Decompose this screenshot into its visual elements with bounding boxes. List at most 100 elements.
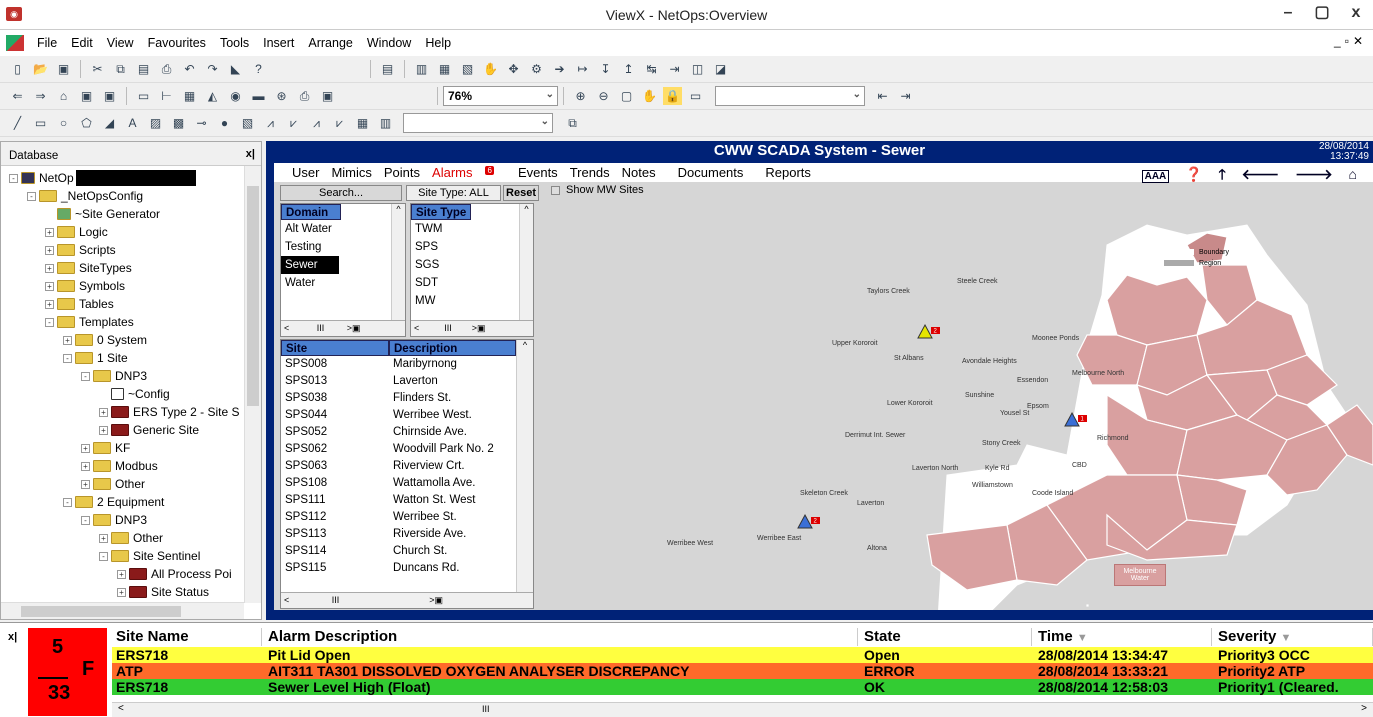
rect-icon[interactable]: ▭: [31, 114, 50, 132]
layer-select[interactable]: ⌄: [715, 86, 865, 106]
site-id-cell[interactable]: SPS008: [285, 358, 327, 375]
expand-toggle-icon[interactable]: +: [45, 281, 54, 291]
arrow-right-icon[interactable]: ➔: [550, 60, 569, 78]
site-type-item[interactable]: MW: [411, 292, 533, 310]
expand-toggle-icon[interactable]: +: [45, 227, 54, 237]
maximize-button[interactable]: ▢: [1305, 0, 1339, 28]
zoom-in-icon[interactable]: ⊕: [571, 87, 590, 105]
up-arrow-icon[interactable]: 🡑: [1218, 166, 1225, 182]
alarm-marker-icon[interactable]: 2: [797, 513, 820, 529]
dot-icon[interactable]: ●: [215, 114, 234, 132]
melbourne-water-box[interactable]: Melbourne Water: [1114, 564, 1166, 586]
sewer-network-map[interactable]: Taylors Creek Steele Creek Upper Kororoit S…: [547, 205, 1373, 610]
menu-favourites[interactable]: Favourites: [141, 36, 213, 50]
chart-icon[interactable]: ◣: [226, 60, 245, 78]
menu-arrange[interactable]: Arrange: [301, 36, 359, 50]
expand-toggle-icon[interactable]: +: [81, 443, 90, 453]
site-id-cell[interactable]: SPS013: [285, 375, 327, 392]
tree-node[interactable]: + Symbols: [45, 277, 125, 295]
expand-toggle-icon[interactable]: -: [81, 515, 90, 525]
col-state[interactable]: State: [860, 628, 1032, 646]
col-time[interactable]: Time ▼: [1034, 628, 1212, 646]
expand-toggle-icon[interactable]: +: [99, 407, 108, 417]
menu-insert[interactable]: Insert: [256, 36, 301, 50]
copy-icon[interactable]: ⧉: [111, 60, 130, 78]
open-icon[interactable]: 📂: [31, 60, 50, 78]
expand-toggle-icon[interactable]: +: [117, 569, 126, 579]
cut-icon[interactable]: ✂: [88, 60, 107, 78]
description-column-header[interactable]: Description: [389, 340, 516, 356]
trend-icon[interactable]: ⩘: [261, 114, 280, 132]
site-id-cell[interactable]: SPS114: [285, 545, 326, 562]
tree-node[interactable]: +0 System: [63, 331, 147, 349]
zoom-out-icon[interactable]: ⊖: [594, 87, 613, 105]
ellipse-icon[interactable]: ○: [54, 114, 73, 132]
expand-toggle-icon[interactable]: +: [81, 479, 90, 489]
tree-node[interactable]: + Site Status: [117, 583, 209, 601]
expand-toggle-icon[interactable]: -: [99, 551, 108, 561]
hook-icon[interactable]: ⊛: [272, 87, 291, 105]
print-icon[interactable]: ⎙: [157, 60, 176, 78]
menu-file[interactable]: File: [30, 36, 64, 50]
help-icon[interactable]: ?: [249, 60, 268, 78]
tree-node[interactable]: + All Process Poi: [117, 565, 232, 583]
site-type-hscrollbar[interactable]: < III >▣: [411, 320, 533, 336]
mdi-app-icon[interactable]: [6, 35, 24, 51]
menu-tools[interactable]: Tools: [213, 36, 256, 50]
alarm-counter[interactable]: 5 F 33: [28, 628, 107, 716]
site-type-item[interactable]: SGS: [411, 256, 533, 274]
tree-node[interactable]: + Other: [81, 475, 145, 493]
site-description-cell[interactable]: Woodvill Park No. 2: [393, 443, 494, 460]
tree-node[interactable]: - 1 Site: [63, 349, 128, 367]
expand-toggle-icon[interactable]: -: [45, 317, 54, 327]
nav-events[interactable]: Events: [518, 165, 558, 180]
site-description-cell[interactable]: Werribee West.: [393, 409, 472, 426]
nav-mimics[interactable]: Mimics: [331, 165, 371, 180]
site-table[interactable]: Site Description SPS008 Maribyrnong SPS013…: [280, 339, 534, 609]
align-icon[interactable]: ⇤: [873, 87, 892, 105]
alarm-row[interactable]: ATP AIT311 TA301 DISSOLVED OXYGEN ANALYSE…: [112, 663, 1373, 679]
expand-toggle-icon[interactable]: +: [99, 425, 108, 435]
back-icon[interactable]: ⇐: [8, 87, 27, 105]
site-id-cell[interactable]: SPS108: [285, 477, 327, 494]
tree-node[interactable]: ~Site Generator: [45, 205, 160, 223]
site-id-cell[interactable]: SPS062: [285, 443, 327, 460]
tree-node[interactable]: + Generic Site: [99, 421, 199, 439]
site-description-cell[interactable]: Watton St. West: [393, 494, 475, 511]
alarm-hscrollbar[interactable]: < III >: [112, 702, 1373, 717]
tree-node[interactable]: + SiteTypes: [45, 259, 132, 277]
alarm-row[interactable]: ERS718 Sewer Level High (Float) OK 28/08/20…: [112, 679, 1373, 695]
copy2-icon[interactable]: ⧉: [563, 114, 582, 132]
col-alarm-description[interactable]: Alarm Description: [264, 628, 858, 646]
step5-icon[interactable]: ⇥: [665, 60, 684, 78]
table-icon[interactable]: ▦: [353, 114, 372, 132]
domain-item[interactable]: Alt Water: [281, 220, 339, 238]
tree-node[interactable]: - Site Sentinel: [99, 547, 200, 565]
pipe-icon[interactable]: ⊸: [192, 114, 211, 132]
site-description-cell[interactable]: Riverview Crt.: [393, 460, 465, 477]
tree-horizontal-scrollbar[interactable]: [1, 602, 244, 619]
site-id-cell[interactable]: SPS052: [285, 426, 327, 443]
alarm-marker-icon[interactable]: 2: [917, 323, 940, 339]
chart2-icon[interactable]: ▧: [238, 114, 257, 132]
nav-trends[interactable]: Trends: [570, 165, 610, 180]
expand-toggle-icon[interactable]: +: [63, 335, 72, 345]
site-table-hscrollbar[interactable]: < III >▣: [281, 592, 533, 608]
doc2-icon[interactable]: ▧: [458, 60, 477, 78]
tree-node[interactable]: + ERS Type 2 - Site S: [99, 403, 240, 421]
folder-icon[interactable]: ▭: [134, 87, 153, 105]
fill-icon[interactable]: ◢: [100, 114, 119, 132]
polygon-icon[interactable]: ⬠: [77, 114, 96, 132]
doc-b-icon[interactable]: ▣: [100, 87, 119, 105]
expand-toggle-icon[interactable]: +: [81, 461, 90, 471]
site-type-item[interactable]: TWM: [411, 220, 533, 238]
zoom-select[interactable]: 76% ⌄: [443, 86, 558, 106]
mdi-window-buttons[interactable]: _▫✕: [1334, 34, 1367, 48]
expand-toggle-icon[interactable]: +: [117, 587, 126, 597]
zoom-box-icon[interactable]: ▢: [617, 87, 636, 105]
fit-icon[interactable]: ▭: [686, 87, 705, 105]
menu-view[interactable]: View: [100, 36, 141, 50]
search-button[interactable]: Search...: [280, 185, 402, 201]
globe-icon[interactable]: ◉: [226, 87, 245, 105]
site-description-cell[interactable]: Wattamolla Ave.: [393, 477, 475, 494]
